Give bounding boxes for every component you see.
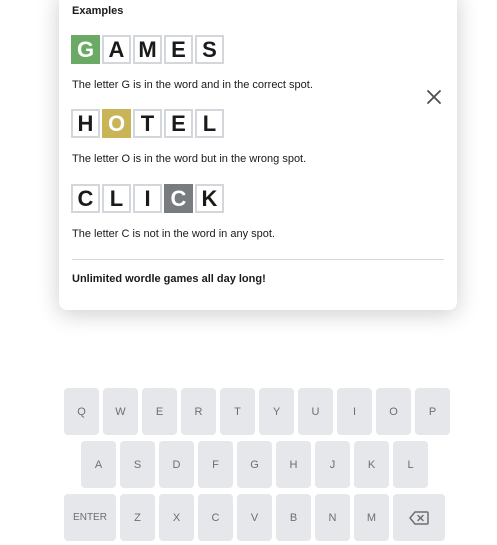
example-row-3: C L I C K — [71, 184, 224, 213]
example-tile: M — [133, 35, 162, 64]
close-icon[interactable] — [426, 89, 442, 105]
key-z[interactable]: Z — [120, 494, 155, 541]
backspace-icon — [409, 510, 429, 525]
example-tile: I — [133, 184, 162, 213]
example-tile: T — [133, 109, 162, 138]
example-tile: H — [71, 109, 100, 138]
key-u[interactable]: U — [298, 388, 333, 435]
example-description-1: The letter G is in the word and in the c… — [72, 79, 313, 91]
key-b[interactable]: B — [276, 494, 311, 541]
example-tile: G — [71, 35, 100, 64]
key-x[interactable]: X — [159, 494, 194, 541]
key-a[interactable]: A — [81, 441, 116, 488]
key-m[interactable]: M — [354, 494, 389, 541]
key-c[interactable]: C — [198, 494, 233, 541]
key-y[interactable]: Y — [259, 388, 294, 435]
keyboard-row-1: Q W E R T Y U I O P — [64, 388, 450, 435]
key-i[interactable]: I — [337, 388, 372, 435]
examples-heading: Examples — [72, 5, 124, 17]
key-v[interactable]: V — [237, 494, 272, 541]
key-d[interactable]: D — [159, 441, 194, 488]
example-tile: S — [195, 35, 224, 64]
keyboard-row-2: A S D F G H J K L — [81, 441, 428, 488]
enter-key[interactable]: ENTER — [64, 494, 116, 541]
key-s[interactable]: S — [120, 441, 155, 488]
key-w[interactable]: W — [103, 388, 138, 435]
example-tile: E — [164, 109, 193, 138]
key-q[interactable]: Q — [64, 388, 99, 435]
key-j[interactable]: J — [315, 441, 350, 488]
example-description-3: The letter C is not in the word in any s… — [72, 228, 275, 240]
key-f[interactable]: F — [198, 441, 233, 488]
key-l[interactable]: L — [393, 441, 428, 488]
example-row-2: H O T E L — [71, 109, 224, 138]
example-tile: A — [102, 35, 131, 64]
key-k[interactable]: K — [354, 441, 389, 488]
example-description-2: The letter O is in the word but in the w… — [72, 153, 307, 165]
example-tile: O — [102, 109, 131, 138]
example-row-1: G A M E S — [71, 35, 224, 64]
keyboard-row-3: ENTER Z X C V B N M — [64, 494, 445, 541]
example-tile: L — [195, 109, 224, 138]
key-h[interactable]: H — [276, 441, 311, 488]
key-n[interactable]: N — [315, 494, 350, 541]
key-o[interactable]: O — [376, 388, 411, 435]
key-p[interactable]: P — [415, 388, 450, 435]
example-tile: C — [164, 184, 193, 213]
backspace-key[interactable] — [393, 494, 445, 541]
key-r[interactable]: R — [181, 388, 216, 435]
divider — [72, 259, 444, 260]
footer-text: Unlimited wordle games all day long! — [72, 273, 266, 285]
example-tile: E — [164, 35, 193, 64]
example-tile: L — [102, 184, 131, 213]
key-e[interactable]: E — [142, 388, 177, 435]
key-g[interactable]: G — [237, 441, 272, 488]
key-t[interactable]: T — [220, 388, 255, 435]
example-tile: C — [71, 184, 100, 213]
example-tile: K — [195, 184, 224, 213]
